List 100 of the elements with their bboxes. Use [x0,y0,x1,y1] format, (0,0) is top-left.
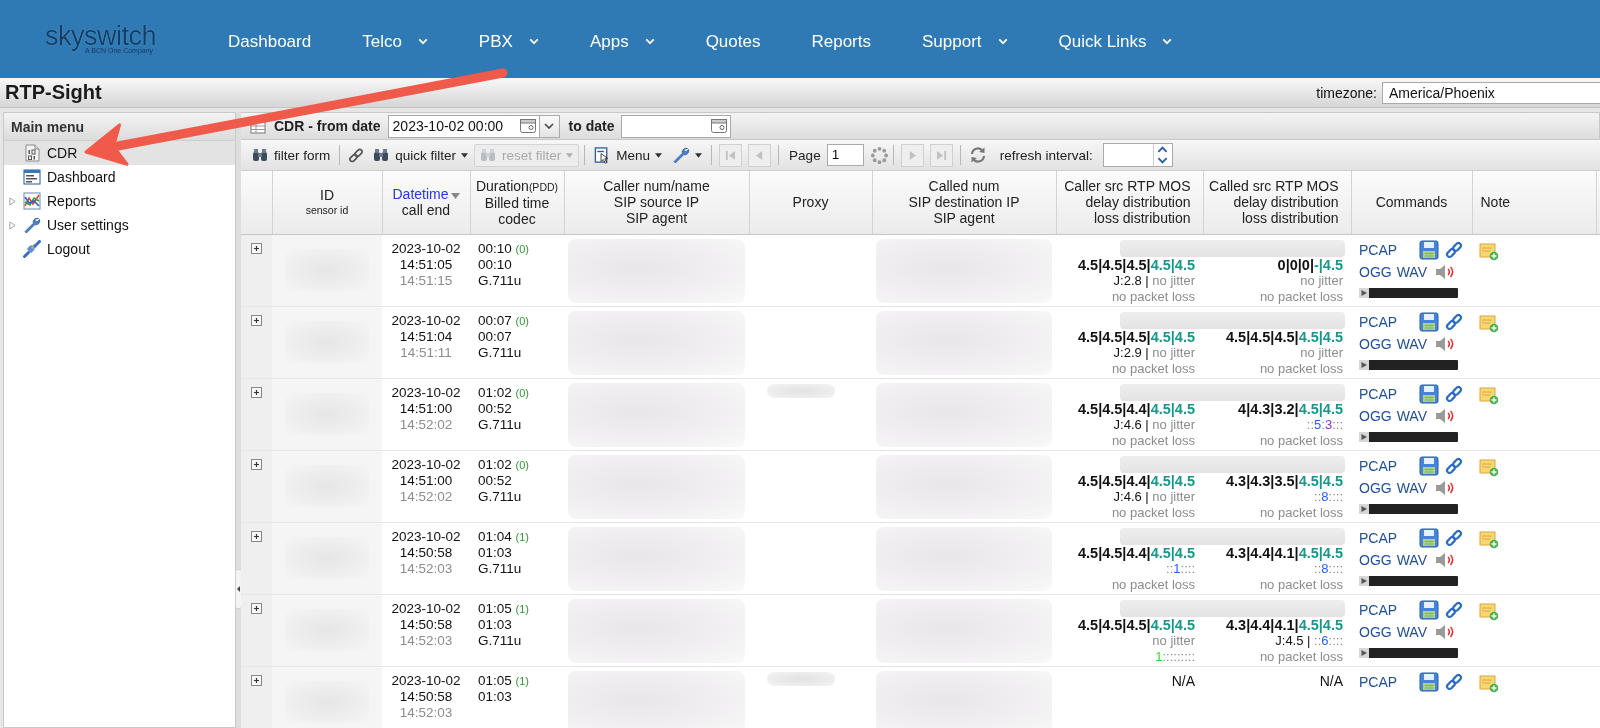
note-add-icon[interactable] [1479,530,1499,549]
nav-link[interactable]: Support [922,31,1008,52]
expand-row-icon[interactable] [251,386,262,398]
note-add-icon[interactable] [1479,314,1499,333]
pcap-link[interactable]: PCAP [1359,385,1419,402]
play-icon[interactable] [1359,575,1369,586]
table-cell: 01:05 (1) 01:03 [470,666,564,728]
chain-link-icon[interactable] [1445,456,1463,475]
wav-link[interactable]: WAV [1396,551,1427,568]
pcap-link[interactable]: PCAP [1359,241,1419,258]
quick-filter-button[interactable]: quick filter [369,143,473,167]
chain-link-icon[interactable] [1445,384,1463,403]
play-icon[interactable] [1359,647,1369,658]
expand-row-icon[interactable] [251,242,262,254]
wav-link[interactable]: WAV [1396,623,1427,640]
expand-row-icon[interactable] [251,530,262,542]
nav-link[interactable]: Reports [811,31,871,52]
wav-link[interactable]: WAV [1396,335,1427,352]
expand-row-icon[interactable] [251,674,262,686]
play-icon[interactable] [1359,359,1369,370]
column-header[interactable]: Note [1472,171,1596,234]
nav-link[interactable]: Dashboard [228,31,312,52]
ogg-link[interactable]: OGG [1359,479,1392,496]
ogg-link[interactable]: OGG [1359,407,1392,424]
note-add-icon[interactable] [1479,674,1499,693]
column-header[interactable]: Caller num/name SIP source IP SIP agent [564,171,749,234]
nav-link[interactable]: Apps [589,31,655,52]
nav-link[interactable]: PBX [478,31,539,52]
column-header[interactable]: Called num SIP destination IP SIP agent [872,171,1056,234]
refresh-interval-label: refresh interval: [999,147,1093,163]
audio-player[interactable] [1359,503,1458,514]
speaker-icon[interactable] [1435,335,1455,352]
caret-icon [695,152,703,158]
loss-distribution: no packet loss [1110,432,1195,449]
refresh-icon [968,146,987,164]
chain-link-icon[interactable] [1445,528,1463,547]
wav-link[interactable]: WAV [1396,479,1427,496]
sort-descending-icon[interactable] [450,192,460,199]
filter-form-button[interactable]: filter form [248,143,335,167]
audio-player[interactable] [1359,647,1458,658]
ogg-link[interactable]: OGG [1359,551,1392,568]
menu-item[interactable]: User settings [9,214,129,236]
nav-link[interactable]: Quotes [705,31,761,52]
chain-link-icon[interactable] [1445,600,1463,619]
audio-player[interactable] [1359,431,1458,442]
pcap-link[interactable]: PCAP [1359,457,1419,474]
nav-link[interactable]: Quick Links [1058,31,1173,52]
audio-player[interactable] [1359,287,1458,298]
ogg-link[interactable]: OGG [1359,623,1392,640]
column-header[interactable]: Called src RTP MOS delay distribution loss distribution [1203,171,1351,234]
expand-row-icon[interactable] [251,314,262,326]
column-header[interactable]: Caller src RTP MOS delay distribution loss distribution [1056,171,1203,234]
play-icon[interactable] [1359,503,1369,514]
column-header[interactable]: Datetime call end [382,171,470,234]
menu-item[interactable]: Logout [9,238,90,260]
ogg-link[interactable]: OGG [1359,263,1392,280]
pcap-link[interactable]: PCAP [1359,601,1419,618]
menu-item[interactable]: Reports [9,190,97,212]
speaker-icon[interactable] [1435,551,1455,568]
play-icon[interactable] [1359,287,1369,298]
speaker-icon[interactable] [1435,479,1455,496]
table-cell: 2023-10-02 14:50:58 14:52:03 [382,666,470,728]
column-header[interactable]: Proxy [749,171,872,234]
column-header[interactable]: Duration(PDD) Billed time codec [470,171,564,234]
column-header[interactable]: Commands [1351,171,1472,234]
pcap-link[interactable]: PCAP [1359,313,1419,330]
expand-row-icon[interactable] [251,602,262,614]
play-icon[interactable] [1359,431,1369,442]
expand-row-icon[interactable] [251,458,262,470]
note-add-icon[interactable] [1479,386,1499,405]
chain-link-icon[interactable] [1445,312,1463,331]
calendar-icon[interactable] [711,119,728,133]
timezone-select[interactable]: America/Phoenix [1382,81,1600,104]
audio-player[interactable] [1359,575,1458,586]
chain-link-icon[interactable] [1445,240,1463,259]
audio-player[interactable] [1359,359,1458,370]
menu-item[interactable]: Dashboard [9,166,116,188]
note-add-icon[interactable] [1479,242,1499,261]
speaker-icon[interactable] [1435,623,1455,640]
wav-link[interactable]: WAV [1396,407,1427,424]
loss-distribution: no packet loss [1110,576,1195,593]
ogg-link[interactable]: OGG [1359,335,1392,352]
page-number-field[interactable]: 1 [826,144,864,166]
speaker-icon[interactable] [1435,407,1455,424]
note-add-icon[interactable] [1479,458,1499,477]
calendar-icon[interactable] [519,119,536,133]
chain-link-icon[interactable] [1445,672,1463,691]
date-dropdown-button[interactable] [539,114,560,138]
nav-link[interactable]: Telco [362,31,428,52]
column-header[interactable]: ID sensor id [272,171,382,234]
menu-button[interactable]: Menu [590,143,667,167]
to-date-field[interactable] [621,114,732,138]
pcap-link[interactable]: PCAP [1359,673,1419,690]
speaker-icon[interactable] [1435,263,1455,280]
pcap-link[interactable]: PCAP [1359,529,1419,546]
refresh-interval-field[interactable] [1102,143,1173,167]
wav-link[interactable]: WAV [1396,263,1427,280]
plug-icon [23,240,41,258]
note-add-icon[interactable] [1479,602,1499,621]
from-date-field[interactable]: 2023-10-02 00:00 [387,114,540,138]
